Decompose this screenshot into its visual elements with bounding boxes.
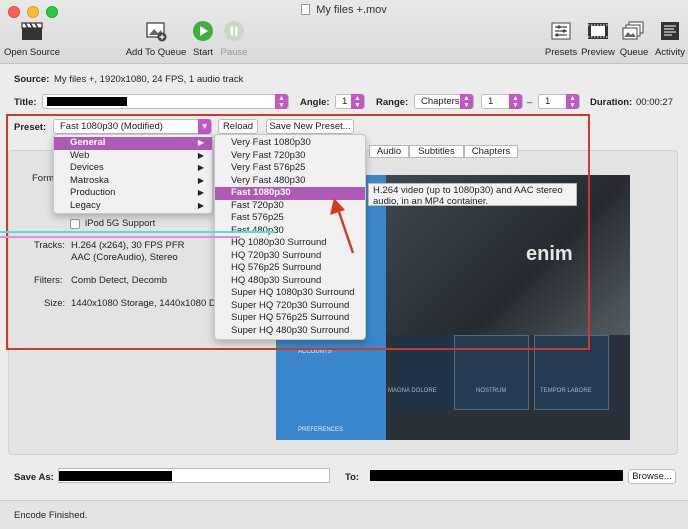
source-value: My files +, 1920x1080, 24 FPS, 1 audio t… xyxy=(54,74,244,85)
menu-item-very-fast-576p25[interactable]: Very Fast 576p25 xyxy=(215,162,365,175)
duration-value: 00:00:27 xyxy=(636,97,673,108)
save-as-input[interactable] xyxy=(58,468,330,483)
chevron-updown-icon: ▲ ▼ xyxy=(351,94,364,109)
title-label: Title: xyxy=(14,97,37,108)
preview-tile-1-label: MAGNA DOLORE xyxy=(388,388,437,394)
play-icon xyxy=(193,21,213,41)
menu-item-devices[interactable]: Devices ▶ xyxy=(54,162,212,175)
chevron-updown-icon: ▲ ▼ xyxy=(509,94,522,109)
pause-icon xyxy=(224,21,244,41)
angle-label: Angle: xyxy=(300,97,330,108)
render-glitch-line xyxy=(0,236,240,238)
document-icon xyxy=(301,4,311,15)
status-bar: Encode Finished. xyxy=(0,500,688,529)
save-as-label: Save As: xyxy=(14,472,54,483)
menu-item-very-fast-480p30[interactable]: Very Fast 480p30 xyxy=(215,175,365,188)
preset-description-tooltip: H.264 video (up to 1080p30) and AAC ster… xyxy=(368,183,577,207)
chevron-updown-icon: ▲ ▼ xyxy=(566,94,579,109)
presets-icon xyxy=(551,22,571,40)
activity-log-icon xyxy=(661,22,679,40)
clapperboard-icon xyxy=(21,22,43,40)
menu-item-very-fast-720p30[interactable]: Very Fast 720p30 xyxy=(215,150,365,163)
menu-item-super-hq-720p30-surround[interactable]: Super HQ 720p30 Surround xyxy=(215,300,365,313)
chevron-right-icon: ▶ xyxy=(197,175,204,185)
menu-item-legacy[interactable]: Legacy ▶ xyxy=(54,200,212,213)
add-queue-icon xyxy=(146,22,167,42)
menu-item-hq-576p25-surround[interactable]: HQ 576p25 Surround xyxy=(215,262,365,275)
add-to-queue-button[interactable]: Add To Queue xyxy=(124,20,188,58)
range-mode-select[interactable]: Chapters ▲ ▼ xyxy=(414,94,474,109)
chevron-right-icon: ▶ xyxy=(197,150,204,160)
redacted-filename xyxy=(59,471,172,481)
redacted-title xyxy=(47,97,127,106)
pause-button[interactable]: Pause xyxy=(219,20,249,58)
chevron-right-icon: ▶ xyxy=(197,138,204,147)
chevron-updown-icon: ▲ ▼ xyxy=(275,94,288,109)
annotation-arrow-icon xyxy=(330,198,355,254)
redacted-destination xyxy=(370,470,623,481)
preview-tile-2-label: NOSTRUM xyxy=(476,388,507,394)
range-dash: – xyxy=(527,97,533,108)
menu-item-matroska[interactable]: Matroska ▶ xyxy=(54,175,212,188)
source-label: Source: xyxy=(14,74,50,85)
preset-category-menu: General ▶ Web ▶ Devices ▶ Matroska ▶ Product… xyxy=(53,134,213,214)
menu-item-super-hq-480p30-surround[interactable]: Super HQ 480p30 Surround xyxy=(215,325,365,338)
menu-item-general[interactable]: General ▶ xyxy=(54,137,212,150)
queue-icon xyxy=(622,21,644,40)
presets-button[interactable]: Presets xyxy=(543,20,579,58)
range-label: Range: xyxy=(376,97,409,108)
chevron-right-icon: ▶ xyxy=(197,163,204,172)
title-select[interactable]: ▲ ▼ xyxy=(42,94,289,109)
chevron-updown-icon: ▲ ▼ xyxy=(460,94,473,109)
to-label: To: xyxy=(345,472,360,483)
menu-item-web[interactable]: Web ▶ xyxy=(54,150,212,163)
render-glitch-line xyxy=(0,231,275,233)
chevron-right-icon: ▶ xyxy=(197,188,204,197)
browse-button[interactable]: Browse... xyxy=(628,469,676,484)
menu-item-super-hq-576p25-surround[interactable]: Super HQ 576p25 Surround xyxy=(215,312,365,325)
duration-label: Duration: xyxy=(590,97,633,108)
window-toolbar: My files +.mov Open Source Add To Queue … xyxy=(0,0,688,64)
preview-tile-3-label: TEMPOR LABORE xyxy=(540,388,592,394)
chevron-right-icon: ▶ xyxy=(197,200,204,210)
status-text: Encode Finished. xyxy=(14,510,88,521)
range-start-select[interactable]: 1 ▲ ▼ xyxy=(481,94,523,109)
preview-button[interactable]: Preview xyxy=(580,20,616,58)
menu-item-production[interactable]: Production ▶ xyxy=(54,187,212,200)
open-source-button[interactable]: Open Source xyxy=(2,20,62,58)
start-button[interactable]: Start xyxy=(188,20,218,58)
menu-item-super-hq-1080p30-surround[interactable]: Super HQ 1080p30 Surround xyxy=(215,287,365,300)
range-end-select[interactable]: 1 ▲ ▼ xyxy=(538,94,580,109)
preview-menu-preferences: PREFERENCES xyxy=(298,427,344,433)
menu-item-hq-480p30-surround[interactable]: HQ 480p30 Surround xyxy=(215,275,365,288)
menu-item-very-fast-1080p30[interactable]: Very Fast 1080p30 xyxy=(215,137,365,150)
queue-button[interactable]: Queue xyxy=(618,20,650,58)
angle-select[interactable]: 1 ▲ ▼ xyxy=(335,94,365,109)
film-strip-icon xyxy=(588,23,608,39)
window-title: My files +.mov xyxy=(0,4,688,16)
activity-button[interactable]: Activity xyxy=(652,20,688,58)
